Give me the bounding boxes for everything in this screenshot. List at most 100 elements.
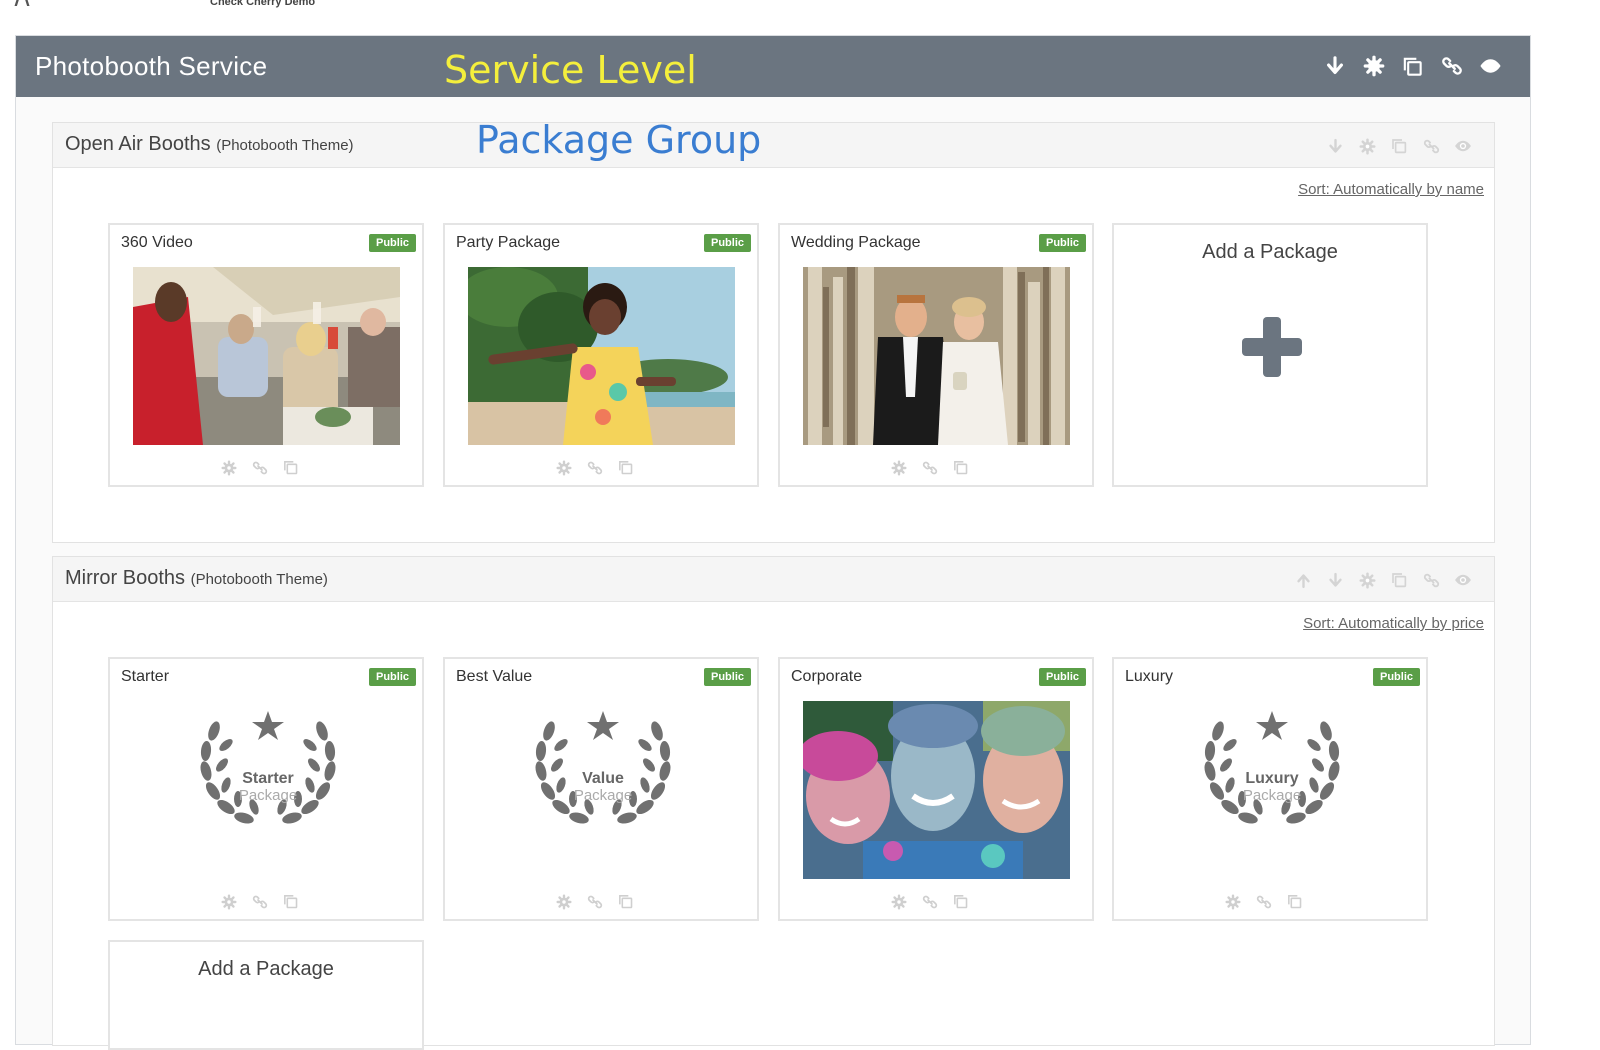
gear-icon[interactable] bbox=[1358, 571, 1376, 589]
package-name: 360 Video bbox=[121, 234, 193, 251]
wreath-subtitle: Package bbox=[574, 787, 632, 804]
sort-link[interactable]: Sort: Automatically by name bbox=[1298, 181, 1484, 198]
group-title: Open Air Booths (Photobooth Theme) bbox=[65, 133, 354, 156]
copy-icon[interactable] bbox=[617, 893, 634, 910]
card-toolbar bbox=[220, 459, 299, 476]
group-toolbar bbox=[1294, 571, 1472, 589]
link-icon[interactable] bbox=[1422, 571, 1440, 589]
package-card[interactable]: Starter Public Starter Package bbox=[108, 657, 424, 921]
logo-icon: /\ bbox=[14, 0, 94, 6]
status-badge: Public bbox=[1038, 234, 1086, 252]
package-card[interactable]: Best Value Public Value Package bbox=[443, 657, 759, 921]
service-header: Photobooth Service Service Level bbox=[16, 36, 1530, 97]
status-badge: Public bbox=[703, 234, 751, 252]
gear-icon[interactable] bbox=[220, 893, 237, 910]
add-package-card[interactable]: Add a Package bbox=[108, 940, 424, 1050]
group-name: Open Air Booths bbox=[65, 133, 211, 155]
status-badge: Public bbox=[368, 668, 416, 686]
copy-icon[interactable] bbox=[282, 893, 299, 910]
eye-icon[interactable] bbox=[1479, 54, 1502, 78]
add-package-label: Add a Package bbox=[1202, 241, 1338, 263]
eye-icon[interactable] bbox=[1454, 571, 1472, 589]
link-icon[interactable] bbox=[1440, 54, 1463, 78]
package-name: Best Value bbox=[456, 668, 533, 685]
gear-icon[interactable] bbox=[555, 893, 572, 910]
app-topbar: /\ Check Cherry Demo bbox=[0, 0, 1600, 14]
gear-icon[interactable] bbox=[890, 893, 907, 910]
package-photo[interactable] bbox=[468, 267, 735, 445]
eye-icon[interactable] bbox=[1454, 137, 1472, 155]
group-name: Mirror Booths bbox=[65, 567, 186, 589]
plus-icon[interactable] bbox=[1242, 317, 1302, 377]
company-name: Check Cherry Demo bbox=[210, 0, 316, 8]
add-package-card[interactable]: Add a Package bbox=[1112, 223, 1428, 487]
package-name: Corporate bbox=[791, 668, 863, 685]
package-name: Wedding Package bbox=[791, 234, 921, 251]
group-theme: (Photobooth Theme) bbox=[190, 571, 328, 588]
package-photo[interactable] bbox=[803, 267, 1070, 445]
copy-icon[interactable] bbox=[1286, 893, 1303, 910]
link-icon[interactable] bbox=[586, 459, 603, 476]
link-icon[interactable] bbox=[251, 459, 268, 476]
service-level-annotation: Service Level bbox=[444, 48, 697, 92]
package-card[interactable]: Wedding Package Public bbox=[778, 223, 1094, 487]
package-name: Starter bbox=[121, 668, 170, 685]
package-photo[interactable] bbox=[133, 267, 400, 445]
card-toolbar bbox=[555, 893, 634, 910]
service-title: Photobooth Service bbox=[35, 51, 268, 81]
link-icon[interactable] bbox=[1255, 893, 1272, 910]
gear-icon[interactable] bbox=[1358, 137, 1376, 155]
status-badge: Public bbox=[1038, 668, 1086, 686]
gear-icon[interactable] bbox=[1362, 54, 1385, 78]
copy-icon[interactable] bbox=[1390, 137, 1408, 155]
gear-icon[interactable] bbox=[220, 459, 237, 476]
copy-icon[interactable] bbox=[617, 459, 634, 476]
wreath-icon[interactable]: Starter Package bbox=[198, 707, 338, 832]
package-name: Luxury bbox=[1125, 668, 1174, 685]
gear-icon[interactable] bbox=[890, 459, 907, 476]
link-icon[interactable] bbox=[1422, 137, 1440, 155]
wreath-title: Starter bbox=[242, 770, 294, 787]
wreath-subtitle: Package bbox=[1243, 787, 1301, 804]
copy-icon[interactable] bbox=[1401, 54, 1424, 78]
package-card[interactable]: Luxury Public Luxury Package bbox=[1112, 657, 1428, 921]
service-panel: Photobooth Service Service Level Open Ai… bbox=[15, 35, 1531, 1050]
arrow-up-icon[interactable] bbox=[1294, 571, 1312, 589]
copy-icon[interactable] bbox=[1390, 571, 1408, 589]
package-name: Party Package bbox=[456, 234, 561, 251]
package-group-open-air: Open Air Booths (Photobooth Theme) Packa… bbox=[52, 118, 1495, 543]
group-theme: (Photobooth Theme) bbox=[216, 137, 354, 154]
arrow-down-icon[interactable] bbox=[1326, 137, 1344, 155]
link-icon[interactable] bbox=[251, 893, 268, 910]
wreath-icon[interactable]: Luxury Package bbox=[1202, 707, 1342, 832]
arrow-down-icon[interactable] bbox=[1323, 54, 1346, 78]
arrow-down-icon[interactable] bbox=[1326, 571, 1344, 589]
wreath-subtitle: Package bbox=[239, 787, 297, 804]
package-group-annotation: Package Group bbox=[476, 118, 762, 162]
link-icon[interactable] bbox=[921, 459, 938, 476]
status-badge: Public bbox=[1372, 668, 1420, 686]
copy-icon[interactable] bbox=[952, 893, 969, 910]
package-card[interactable]: Corporate Public bbox=[778, 657, 1094, 921]
copy-icon[interactable] bbox=[952, 459, 969, 476]
wreath-icon[interactable]: Value Package bbox=[533, 707, 673, 832]
link-icon[interactable] bbox=[586, 893, 603, 910]
package-card[interactable]: 360 Video Public bbox=[108, 223, 424, 487]
card-toolbar bbox=[890, 893, 969, 910]
group-header: Open Air Booths (Photobooth Theme) Packa… bbox=[53, 118, 1494, 168]
package-photo[interactable] bbox=[803, 701, 1070, 879]
service-toolbar bbox=[1323, 54, 1502, 78]
card-toolbar bbox=[220, 893, 299, 910]
gear-icon[interactable] bbox=[555, 459, 572, 476]
group-title: Mirror Booths (Photobooth Theme) bbox=[65, 567, 328, 590]
copy-icon[interactable] bbox=[282, 459, 299, 476]
gear-icon[interactable] bbox=[1224, 893, 1241, 910]
link-icon[interactable] bbox=[921, 893, 938, 910]
wreath-title: Value bbox=[582, 770, 624, 787]
sort-link[interactable]: Sort: Automatically by price bbox=[1303, 615, 1484, 632]
package-card[interactable]: Party Package Public bbox=[443, 223, 759, 487]
group-header: Mirror Booths (Photobooth Theme) bbox=[53, 557, 1494, 602]
add-package-label: Add a Package bbox=[198, 958, 334, 980]
card-toolbar bbox=[1224, 893, 1303, 910]
wreath-title: Luxury bbox=[1245, 770, 1298, 787]
